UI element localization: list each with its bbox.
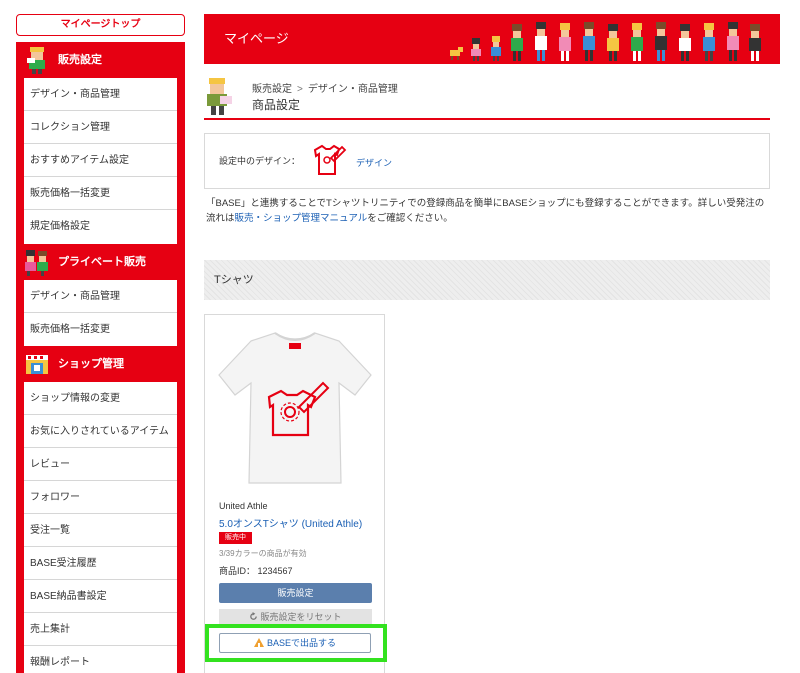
shop-icon: [26, 355, 48, 374]
page-header: 販売設定 > デザイン・商品管理 商品設定: [204, 72, 770, 120]
sidebar-item-default-price[interactable]: 規定価格設定: [24, 210, 177, 243]
product-brand: United Athle: [219, 501, 268, 511]
sidebar-item-base-orders[interactable]: BASE受注履歴: [24, 547, 177, 580]
sidebar-item-base-invoice[interactable]: BASE納品書設定: [24, 580, 177, 613]
sidebar-item-recommended[interactable]: おすすめアイテム設定: [24, 144, 177, 177]
sidebar-section-shop: ショップ管理: [16, 346, 185, 382]
sales-settings-button[interactable]: 販売設定: [219, 583, 372, 603]
product-card: United Athle 5.0オンスTシャツ (United Athle) 販…: [204, 314, 385, 673]
sidebar-section-title: 販売設定: [58, 54, 102, 66]
breadcrumb-design-product[interactable]: デザイン・商品管理: [308, 84, 398, 95]
design-link[interactable]: デザイン: [356, 156, 392, 169]
product-name-link[interactable]: 5.0オンスTシャツ (United Athle): [219, 515, 362, 530]
reset-button-label: 販売設定をリセット: [260, 612, 342, 622]
seller-character-icon: [27, 47, 45, 74]
sidebar-menu-private: デザイン・商品管理 販売価格一括変更: [24, 280, 177, 346]
sidebar-section-title: ショップ管理: [58, 358, 124, 370]
sidebar-item-bulk-price[interactable]: 販売価格一括変更: [24, 177, 177, 210]
product-id: 商品ID： 1234567: [219, 566, 293, 576]
sidebar-section-private: プライベート販売: [16, 244, 185, 280]
info-text-after: をご確認ください。: [367, 213, 453, 224]
category-section-bar: Tシャツ: [204, 260, 770, 300]
sidebar-menu-sales: デザイン・商品管理 コレクション管理 おすすめアイテム設定 販売価格一括変更 規…: [24, 78, 177, 244]
character-parade-illustration: [450, 22, 761, 61]
sidebar-item-favorites[interactable]: お気に入りされているアイテム: [24, 415, 177, 448]
sidebar-section-sales: 販売設定: [16, 42, 185, 78]
design-tshirt-icon[interactable]: [309, 140, 347, 182]
base-icon: [253, 638, 264, 647]
banner-title: マイページ: [224, 31, 289, 46]
category-title: Tシャツ: [214, 274, 254, 286]
sidebar-item-collection[interactable]: コレクション管理: [24, 111, 177, 144]
tshirt-product-image[interactable]: [211, 323, 379, 493]
breadcrumb: 販売設定 > デザイン・商品管理: [252, 80, 398, 95]
page-banner: マイページ: [204, 14, 780, 64]
active-colors-text: 3/39カラーの商品が有効: [219, 549, 307, 558]
sidebar-item-followers[interactable]: フォロワー: [24, 481, 177, 514]
sidebar-item-design-product[interactable]: デザイン・商品管理: [24, 78, 177, 111]
reset-settings-button[interactable]: 販売設定をリセット: [219, 609, 372, 625]
current-design-box: 設定中のデザイン： デザイン: [204, 133, 770, 189]
mypage-top-button[interactable]: マイページトップ: [16, 14, 185, 36]
private-character-icon: [25, 250, 48, 276]
sidebar: 販売設定 デザイン・商品管理 コレクション管理 おすすめアイテム設定 販売価格一…: [16, 42, 185, 673]
sidebar-menu-shop: ショップ情報の変更 お気に入りされているアイテム レビュー フォロワー 受注一覧…: [24, 382, 177, 673]
sidebar-item-private-bulk-price[interactable]: 販売価格一括変更: [24, 313, 177, 346]
sidebar-item-reward-report[interactable]: 報酬レポート: [24, 646, 177, 673]
sidebar-item-sales-summary[interactable]: 売上集計: [24, 613, 177, 646]
sidebar-item-shop-info[interactable]: ショップ情報の変更: [24, 382, 177, 415]
seller-character-icon: [207, 78, 232, 115]
current-design-label: 設定中のデザイン：: [219, 156, 301, 166]
manual-link[interactable]: 販売・ショップ管理マニュアル: [235, 213, 368, 224]
sidebar-item-reviews[interactable]: レビュー: [24, 448, 177, 481]
reset-icon: [250, 612, 258, 620]
base-button-label: BASEで出品する: [266, 638, 336, 648]
breadcrumb-separator: >: [297, 84, 303, 95]
page-title: 商品設定: [252, 98, 301, 112]
status-badge: 販売中: [219, 532, 252, 544]
base-info-text: 「BASE」と連携することでTシャツトリニティでの登録商品を簡単にBASEショッ…: [206, 196, 772, 226]
sidebar-section-title: プライベート販売: [58, 256, 146, 268]
breadcrumb-sales-settings[interactable]: 販売設定: [252, 84, 292, 95]
sidebar-item-orders[interactable]: 受注一覧: [24, 514, 177, 547]
list-on-base-button[interactable]: BASEで出品する: [219, 633, 371, 653]
sidebar-item-private-design-product[interactable]: デザイン・商品管理: [24, 280, 177, 313]
